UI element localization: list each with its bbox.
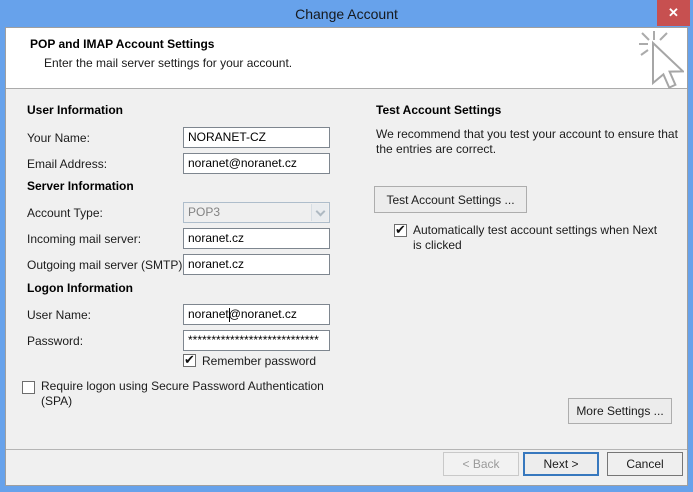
click-spark-cursor-icon: [638, 31, 684, 92]
account-type-dropdown[interactable]: POP3: [183, 202, 330, 223]
more-settings-button-label: More Settings ...: [576, 404, 663, 418]
section-logon-information: Logon Information: [27, 281, 133, 295]
cancel-button-label: Cancel: [626, 457, 663, 471]
footer-divider: [6, 449, 687, 450]
next-button-label: Next >: [543, 457, 578, 471]
user-name-label: User Name:: [27, 308, 91, 322]
change-account-dialog: Change Account ✕ POP and IMAP Account Se…: [0, 0, 693, 492]
back-button[interactable]: < Back: [443, 452, 519, 476]
password-value: ****************************: [188, 333, 319, 347]
password-input[interactable]: ****************************: [183, 330, 330, 351]
email-address-value: noranet@noranet.cz: [188, 156, 297, 170]
next-button[interactable]: Next >: [523, 452, 599, 476]
incoming-server-label: Incoming mail server:: [27, 232, 141, 246]
account-type-value: POP3: [188, 205, 220, 219]
titlebar: Change Account: [0, 0, 693, 27]
more-settings-button[interactable]: More Settings ...: [568, 398, 672, 424]
outgoing-server-input[interactable]: noranet.cz: [183, 254, 330, 275]
your-name-value: NORANET-CZ: [188, 130, 266, 144]
remember-password-checkbox[interactable]: ✔: [183, 354, 196, 367]
text-caret: [229, 308, 230, 322]
remember-password-label[interactable]: Remember password: [202, 354, 316, 368]
spa-label[interactable]: Require logon using Secure Password Auth…: [41, 379, 343, 409]
password-label: Password:: [27, 334, 83, 348]
close-icon: ✕: [668, 5, 679, 21]
test-account-settings-button[interactable]: Test Account Settings ...: [374, 186, 527, 213]
test-account-settings-button-label: Test Account Settings ...: [386, 193, 514, 207]
cancel-button[interactable]: Cancel: [607, 452, 683, 476]
user-name-value: noranet@noranet.cz: [188, 307, 297, 321]
chevron-down-icon: [315, 206, 325, 216]
outgoing-server-value: noranet.cz: [188, 257, 244, 271]
window-title: Change Account: [295, 6, 398, 22]
email-address-label: Email Address:: [27, 157, 107, 171]
account-type-label: Account Type:: [27, 206, 103, 220]
test-account-description: We recommend that you test your account …: [376, 127, 680, 157]
checkmark-icon: ✔: [184, 352, 195, 368]
close-button[interactable]: ✕: [657, 0, 690, 26]
your-name-input[interactable]: NORANET-CZ: [183, 127, 330, 148]
section-test-account-settings: Test Account Settings: [376, 103, 501, 117]
header-title: POP and IMAP Account Settings: [30, 37, 214, 51]
dropdown-arrow-area: [311, 204, 328, 221]
checkmark-icon: ✔: [395, 222, 406, 238]
section-server-information: Server Information: [27, 179, 134, 193]
incoming-server-value: noranet.cz: [188, 231, 244, 245]
user-name-input[interactable]: noranet@noranet.cz: [183, 304, 330, 325]
auto-test-label[interactable]: Automatically test account settings when…: [413, 223, 661, 253]
incoming-server-input[interactable]: noranet.cz: [183, 228, 330, 249]
email-address-input[interactable]: noranet@noranet.cz: [183, 153, 330, 174]
header-subtitle: Enter the mail server settings for your …: [44, 56, 292, 70]
outgoing-server-label: Outgoing mail server (SMTP):: [27, 258, 186, 272]
spa-checkbox[interactable]: [22, 381, 35, 394]
auto-test-checkbox[interactable]: ✔: [394, 224, 407, 237]
section-user-information: User Information: [27, 103, 123, 117]
back-button-label: < Back: [462, 457, 499, 471]
your-name-label: Your Name:: [27, 131, 90, 145]
